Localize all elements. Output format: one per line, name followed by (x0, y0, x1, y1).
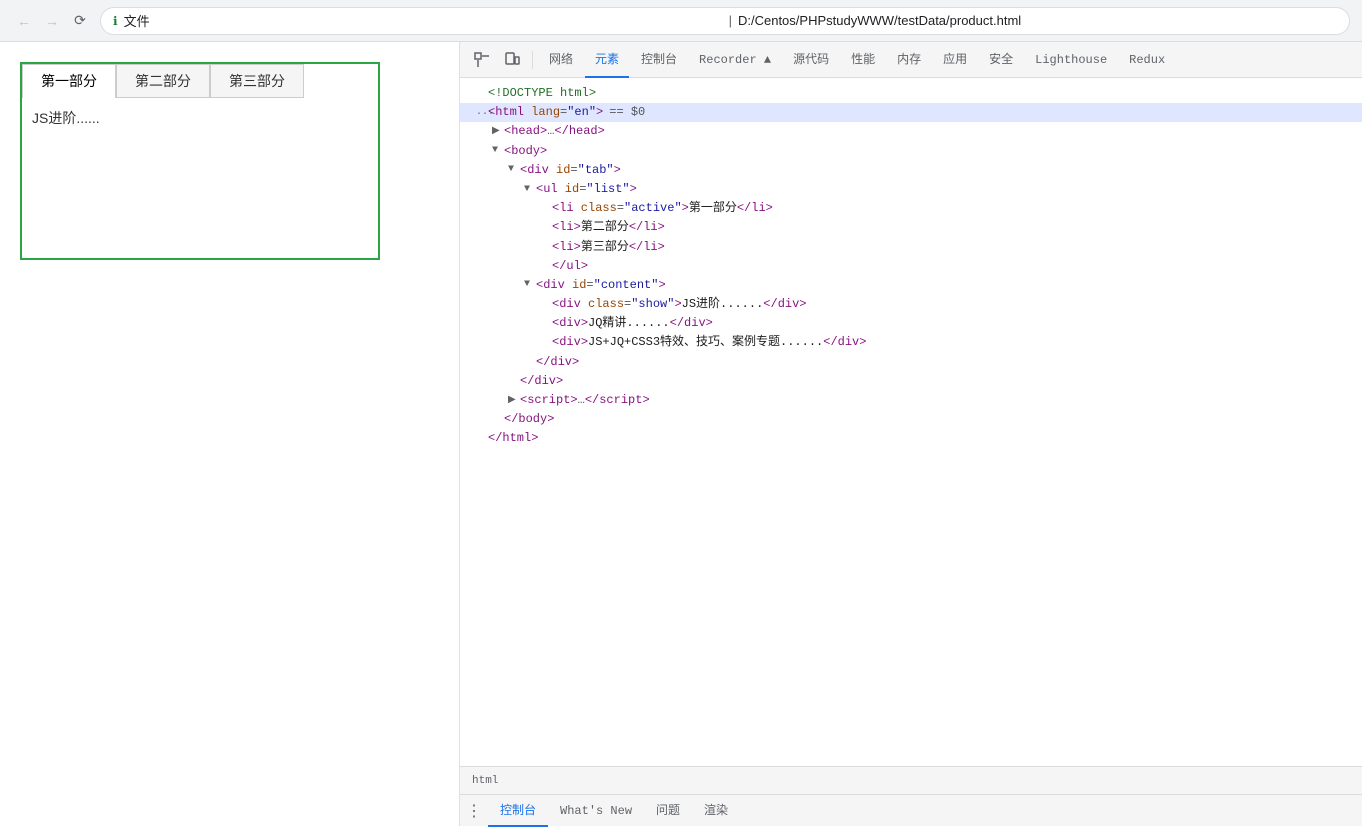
tree-line-ul-list[interactable]: ▼ <ul id="list" > (460, 180, 1362, 199)
bottom-tab-issues[interactable]: 问题 (644, 795, 692, 827)
tab-console[interactable]: 控制台 (631, 42, 687, 78)
toggle-div-js (540, 335, 552, 351)
element-picker-button[interactable] (468, 46, 496, 74)
toggle-li-3 (540, 239, 552, 255)
toggle-script[interactable]: ▶ (508, 393, 520, 409)
tree-line-ul-close[interactable]: </ul> (460, 257, 1362, 276)
tree-line-div-show[interactable]: <div class="show" > JS进阶...... </div> (460, 295, 1362, 314)
tree-line-script[interactable]: ▶ <script> … </script> (460, 391, 1362, 410)
tab-content-area: JS进阶...... (22, 98, 378, 258)
bottom-tab-render[interactable]: 渲染 (692, 795, 740, 827)
devtools-pane: 网络 元素 控制台 Recorder ▲ 源代码 性能 内存 应用 安全 Lig… (460, 42, 1362, 826)
tab-header-2[interactable]: 第二部分 (116, 64, 210, 98)
toggle-body-close (492, 412, 504, 428)
tab-memory[interactable]: 内存 (887, 42, 931, 78)
bottom-tab-menu-dots[interactable]: ⋮ (460, 795, 488, 827)
browser-chrome: ← → ⟳ ℹ 文件 | D:/Centos/PHPstudyWWW/testD… (0, 0, 1362, 42)
toggle-ul-close (540, 258, 552, 274)
toggle-html[interactable]: ... (476, 105, 488, 121)
tab-content-text: JS进阶...... (32, 110, 100, 126)
toolbar-divider (532, 51, 533, 69)
address-text: 文件 (124, 11, 723, 30)
toggle-div-close-content (524, 354, 536, 370)
toggle-div-tab[interactable]: ▼ (508, 162, 520, 178)
tab-application[interactable]: 应用 (933, 42, 977, 78)
toggle-div-jq (540, 316, 552, 332)
dollar-zero: == $0 (609, 103, 645, 122)
tree-line-head[interactable]: ▶ <head> … </head> (460, 122, 1362, 141)
forward-button[interactable]: → (40, 9, 64, 33)
tree-line-doctype[interactable]: <!DOCTYPE html> (460, 84, 1362, 103)
address-url: D:/Centos/PHPstudyWWW/testData/product.h… (738, 13, 1337, 28)
tab-headers: 第一部分 第二部分 第三部分 (22, 64, 378, 98)
doctype-text: <!DOCTYPE html> (488, 84, 596, 103)
tree-line-html-close[interactable]: </html> (460, 429, 1362, 448)
tree-line-li-1[interactable]: <li class="active" > 第一部分 </li> (460, 199, 1362, 218)
toggle-body[interactable]: ▼ (492, 143, 504, 159)
tree-line-div-tab[interactable]: ▼ <div id="tab" > (460, 161, 1362, 180)
tab-widget: 第一部分 第二部分 第三部分 JS进阶...... (20, 62, 380, 260)
tree-line-body-open[interactable]: ▼ <body> (460, 142, 1362, 161)
toggle-head[interactable]: ▶ (492, 124, 504, 140)
toggle-div-show (540, 297, 552, 313)
tab-header-3[interactable]: 第三部分 (210, 64, 304, 98)
reload-button[interactable]: ⟳ (68, 9, 92, 33)
preview-pane: 第一部分 第二部分 第三部分 JS进阶...... (0, 42, 460, 826)
tree-line-div-js[interactable]: <div> JS+JQ+CSS3特效、技巧、案例专题...... </div> (460, 333, 1362, 352)
tree-line-div-close-tab[interactable]: </div> (460, 372, 1362, 391)
nav-buttons: ← → ⟳ (12, 9, 92, 33)
html-tree: <!DOCTYPE html> ... <html lang="en" > ==… (460, 78, 1362, 766)
back-button[interactable]: ← (12, 9, 36, 33)
toggle-html-close (476, 431, 488, 447)
tab-recorder[interactable]: Recorder ▲ (689, 42, 781, 78)
breadcrumb-html[interactable]: html (468, 775, 502, 787)
tree-line-div-content[interactable]: ▼ <div id="content" > (460, 276, 1362, 295)
tab-header-1[interactable]: 第一部分 (22, 64, 116, 98)
security-icon: ℹ (113, 14, 118, 28)
tab-elements[interactable]: 元素 (585, 42, 629, 78)
tree-line-body-close[interactable]: </body> (460, 410, 1362, 429)
toggle-li-1 (540, 201, 552, 217)
toggle-doctype (476, 86, 488, 102)
tab-network[interactable]: 网络 (539, 42, 583, 78)
tab-lighthouse[interactable]: Lighthouse (1025, 42, 1117, 78)
tree-line-li-3[interactable]: <li> 第三部分 </li> (460, 238, 1362, 257)
address-separator: | (729, 13, 732, 28)
tab-sources[interactable]: 源代码 (783, 42, 839, 78)
devtools-bottom-tabs: ⋮ 控制台 What's New 问题 渲染 (460, 794, 1362, 826)
tree-line-li-2[interactable]: <li> 第二部分 </li> (460, 218, 1362, 237)
main-layout: 第一部分 第二部分 第三部分 JS进阶...... (0, 42, 1362, 826)
toggle-li-2 (540, 220, 552, 236)
toggle-ul-list[interactable]: ▼ (524, 182, 536, 198)
devtools-toolbar: 网络 元素 控制台 Recorder ▲ 源代码 性能 内存 应用 安全 Lig… (460, 42, 1362, 78)
toggle-div-close-tab (508, 373, 520, 389)
tree-line-html[interactable]: ... <html lang="en" > == $0 (460, 103, 1362, 122)
tab-redux[interactable]: Redux (1119, 42, 1175, 78)
devtools-bottom-bar: html (460, 766, 1362, 794)
tree-line-div-jq[interactable]: <div> JQ精讲...... </div> (460, 314, 1362, 333)
toggle-div-content[interactable]: ▼ (524, 277, 536, 293)
tab-performance[interactable]: 性能 (841, 42, 885, 78)
tree-line-div-close-content[interactable]: </div> (460, 353, 1362, 372)
device-toggle-button[interactable] (498, 46, 526, 74)
bottom-tab-whatsnew[interactable]: What's New (548, 795, 644, 827)
bottom-tab-console[interactable]: 控制台 (488, 795, 548, 827)
address-bar[interactable]: ℹ 文件 | D:/Centos/PHPstudyWWW/testData/pr… (100, 7, 1350, 35)
tab-security[interactable]: 安全 (979, 42, 1023, 78)
